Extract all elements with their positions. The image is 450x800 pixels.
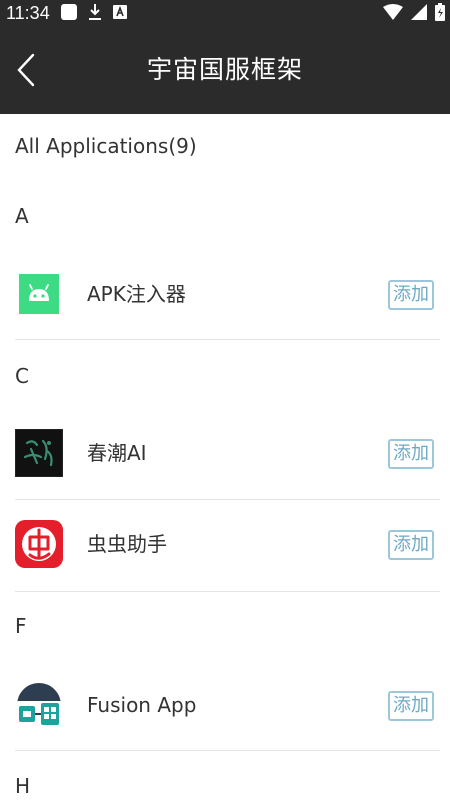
android-icon (19, 274, 59, 314)
status-time: 11:34 (6, 3, 50, 23)
fusion-icon (15, 683, 63, 729)
add-button[interactable]: 添加 (388, 280, 434, 310)
add-button[interactable]: 添加 (388, 530, 434, 560)
chevron-left-icon (17, 53, 35, 87)
add-button[interactable]: 添加 (388, 439, 434, 469)
download-icon (89, 4, 101, 20)
list-item[interactable]: APK注入器 添加 (0, 249, 450, 339)
section-letter-c: C (15, 364, 29, 388)
signal-icon (411, 4, 427, 20)
notification-icon (61, 4, 77, 20)
list-item[interactable]: Fusion App 添加 (0, 660, 450, 750)
section-letter-f: F (15, 614, 27, 638)
a-icon (113, 5, 127, 19)
back-button[interactable] (6, 48, 46, 92)
page-title: 宇宙国服框架 (146, 55, 303, 84)
divider (15, 339, 440, 340)
add-button[interactable]: 添加 (388, 691, 434, 721)
all-applications-label: All Applications(9) (15, 134, 197, 158)
status-right-icons (382, 3, 446, 21)
wifi-icon (383, 4, 403, 20)
section-letter-a: A (15, 204, 29, 228)
list-item[interactable]: 虫虫助手 添加 (0, 499, 450, 589)
chong-icon (15, 520, 63, 568)
status-left-icons (60, 3, 128, 21)
list-item[interactable]: 春潮AI 添加 (0, 408, 450, 498)
divider (15, 750, 440, 751)
app-name: Fusion App (87, 693, 197, 717)
battery-icon (435, 3, 445, 21)
calligraphy-icon (15, 429, 63, 477)
section-letter-h: H (15, 774, 31, 798)
app-name: APK注入器 (87, 282, 186, 306)
app-name: 虫虫助手 (87, 532, 167, 556)
status-bar: 11:34 (0, 0, 450, 26)
divider (15, 591, 440, 592)
app-bar: 宇宙国服框架 (0, 26, 450, 114)
app-name: 春潮AI (87, 441, 147, 465)
